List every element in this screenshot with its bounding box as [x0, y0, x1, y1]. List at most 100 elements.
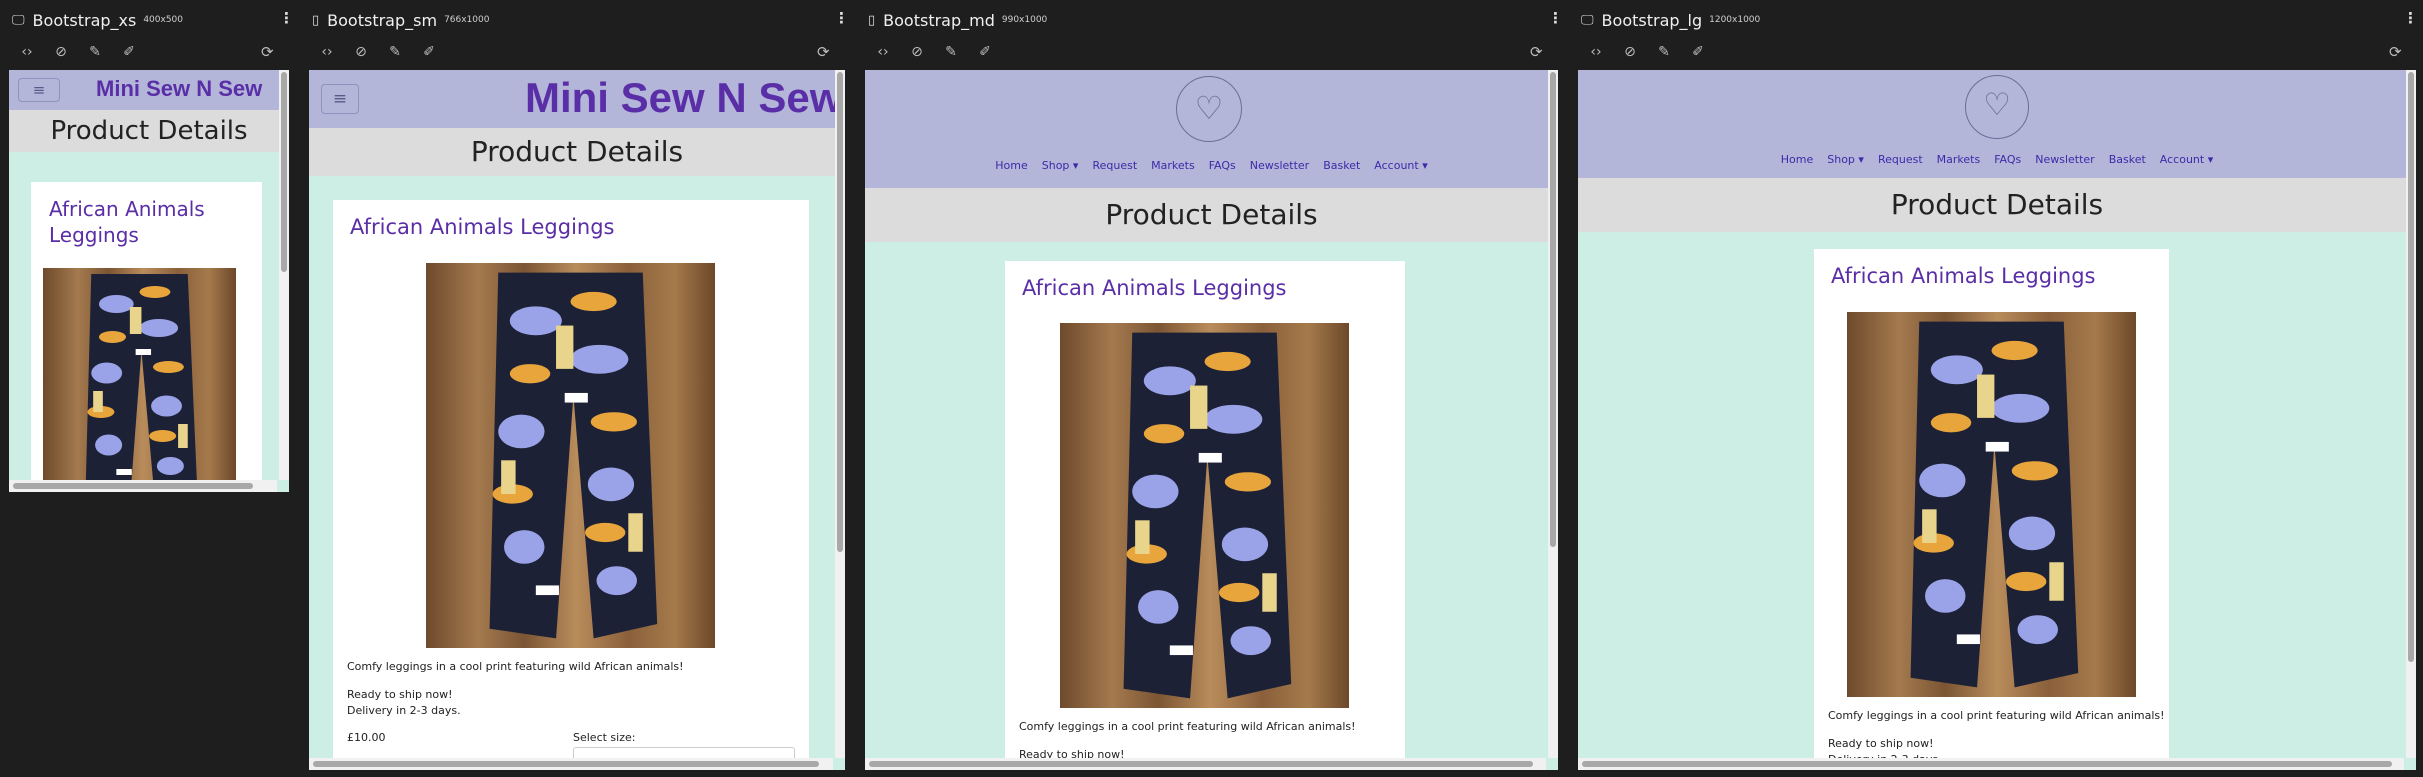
product-description: Comfy leggings in a cool print featuring…: [1019, 720, 1356, 733]
brand-logo[interactable]: ♡: [1176, 76, 1242, 142]
panel-name: Bootstrap_xs: [32, 10, 137, 30]
product-title: African Animals Leggings: [1831, 264, 2096, 288]
nav-basket[interactable]: Basket: [1323, 159, 1360, 172]
navbar: ≡ Mini Sew N Sew: [9, 70, 289, 110]
nav-home[interactable]: Home: [995, 159, 1027, 172]
reload-icon[interactable]: ⟳: [1530, 43, 1543, 61]
hamburger-button[interactable]: ≡: [18, 78, 60, 102]
nav-request[interactable]: Request: [1092, 159, 1137, 172]
kebab-menu-icon[interactable]: ⋮: [2403, 9, 2418, 27]
product-title: African Animals Leggings: [1022, 276, 1287, 300]
panel-bootstrap-xs: 🖵 Bootstrap_xs 400x500 ⋮ ‹› ⊘ ✎ ✐ ⟳ ≡ Mi…: [0, 0, 300, 777]
panel-size: 1200x1000: [1709, 15, 1761, 25]
product-card: African Animals Leggings Comfy leggings …: [1814, 249, 2169, 770]
color-picker-icon[interactable]: ⊘: [352, 44, 370, 60]
nav-newsletter[interactable]: Newsletter: [1250, 159, 1309, 172]
brand-link[interactable]: Mini Sew N Sew: [96, 76, 262, 102]
vertical-scrollbar[interactable]: [1548, 70, 1558, 758]
edit-icon[interactable]: ✐: [420, 44, 438, 60]
brand-link[interactable]: Mini Sew N Sew: [525, 74, 842, 122]
color-picker-icon[interactable]: ⊘: [1621, 44, 1639, 60]
horizontal-scrollbar[interactable]: [9, 480, 277, 492]
size-select-label: Select size:: [573, 731, 636, 744]
nav-account[interactable]: Account ▾: [2160, 153, 2213, 166]
navbar: ♡ Home Shop ▾ Request Markets FAQs Newsl…: [865, 70, 1558, 188]
viewport-xs: ≡ Mini Sew N Sew Product Details African…: [9, 70, 289, 492]
code-icon[interactable]: ‹›: [18, 44, 36, 60]
navbar: ≡ Mini Sew N Sew: [309, 70, 845, 128]
reload-icon[interactable]: ⟳: [2389, 43, 2402, 61]
horizontal-scrollbar[interactable]: [309, 758, 833, 770]
product-photo: [1060, 323, 1349, 708]
nav-markets[interactable]: Markets: [1151, 159, 1195, 172]
reload-icon[interactable]: ⟳: [817, 43, 830, 61]
nav-markets[interactable]: Markets: [1937, 153, 1981, 166]
product-card: African Animals Leggings Comfy leggings …: [1005, 261, 1405, 770]
nav-basket[interactable]: Basket: [2109, 153, 2146, 166]
nav-account[interactable]: Account ▾: [1374, 159, 1427, 172]
paint-icon[interactable]: ✎: [386, 44, 404, 60]
product-card: African Animals Leggings: [31, 182, 262, 492]
panel-size: 990x1000: [1001, 15, 1048, 25]
tablet-icon: ▯: [312, 12, 320, 28]
vertical-scrollbar[interactable]: [835, 70, 845, 758]
product-card: African Animals Leggings Comfy leggings …: [333, 200, 809, 770]
ready-to-ship: Ready to ship now!: [347, 688, 453, 701]
viewport-md: ♡ Home Shop ▾ Request Markets FAQs Newsl…: [865, 70, 1558, 770]
nav-shop[interactable]: Shop ▾: [1042, 159, 1079, 172]
panel-name: Bootstrap_md: [883, 10, 995, 30]
kebab-menu-icon[interactable]: ⋮: [279, 9, 294, 27]
nav-newsletter[interactable]: Newsletter: [2035, 153, 2094, 166]
horizontal-scrollbar[interactable]: [865, 758, 1546, 770]
panel-toolbar: ‹› ⊘ ✎ ✐: [18, 44, 138, 60]
panel-title: ▯ Bootstrap_sm 766x1000: [312, 10, 489, 30]
nav-home[interactable]: Home: [1781, 153, 1813, 166]
kebab-menu-icon[interactable]: ⋮: [834, 9, 849, 27]
nav-request[interactable]: Request: [1878, 153, 1923, 166]
color-picker-icon[interactable]: ⊘: [908, 44, 926, 60]
kebab-menu-icon[interactable]: ⋮: [1548, 9, 1563, 27]
monitor-icon: 🖵: [12, 12, 25, 28]
nav-faqs[interactable]: FAQs: [1994, 153, 2021, 166]
product-title: African Animals Leggings: [49, 197, 205, 247]
code-icon[interactable]: ‹›: [874, 44, 892, 60]
monitor-icon: 🖵: [1581, 12, 1594, 28]
page-heading: Product Details: [1578, 178, 2416, 232]
vertical-scrollbar[interactable]: [2406, 70, 2416, 758]
paint-icon[interactable]: ✎: [1655, 44, 1673, 60]
panel-name: Bootstrap_lg: [1601, 10, 1703, 30]
panel-bootstrap-md: ▯ Bootstrap_md 990x1000 ⋮ ‹› ⊘ ✎ ✐ ⟳ ♡ H…: [856, 0, 1569, 777]
product-price: £10.00: [347, 731, 386, 744]
reload-icon[interactable]: ⟳: [261, 43, 274, 61]
paint-icon[interactable]: ✎: [942, 44, 960, 60]
nav-shop[interactable]: Shop ▾: [1827, 153, 1864, 166]
edit-icon[interactable]: ✐: [976, 44, 994, 60]
nav-menu: Home Shop ▾ Request Markets FAQs Newslet…: [865, 159, 1558, 172]
hamburger-button[interactable]: ≡: [321, 84, 359, 114]
panel-title: 🖵 Bootstrap_xs 400x500: [12, 10, 183, 30]
horizontal-scrollbar[interactable]: [1578, 758, 2404, 770]
panel-title: ▯ Bootstrap_md 990x1000: [868, 10, 1047, 30]
panel-name: Bootstrap_sm: [327, 10, 438, 30]
product-photo: [43, 268, 236, 492]
panel-toolbar: ‹› ⊘ ✎ ✐: [874, 44, 994, 60]
product-photo: [426, 263, 715, 648]
panel-size: 766x1000: [444, 15, 490, 25]
navbar: ♡ Home Shop ▾ Request Markets FAQs Newsl…: [1578, 70, 2416, 178]
edit-icon[interactable]: ✐: [120, 44, 138, 60]
code-icon[interactable]: ‹›: [318, 44, 336, 60]
brand-logo[interactable]: ♡: [1965, 75, 2029, 139]
panel-title: 🖵 Bootstrap_lg 1200x1000: [1581, 10, 1760, 30]
nav-menu: Home Shop ▾ Request Markets FAQs Newslet…: [1578, 153, 2416, 166]
page-heading: Product Details: [865, 188, 1558, 242]
edit-icon[interactable]: ✐: [1689, 44, 1707, 60]
panel-bootstrap-lg: 🖵 Bootstrap_lg 1200x1000 ⋮ ‹› ⊘ ✎ ✐ ⟳ ♡ …: [1569, 0, 2423, 777]
vertical-scrollbar[interactable]: [279, 70, 289, 480]
nav-faqs[interactable]: FAQs: [1209, 159, 1236, 172]
code-icon[interactable]: ‹›: [1587, 44, 1605, 60]
panel-size: 400x500: [143, 15, 184, 25]
color-picker-icon[interactable]: ⊘: [52, 44, 70, 60]
delivery-info: Delivery in 2-3 days.: [347, 704, 461, 717]
paint-icon[interactable]: ✎: [86, 44, 104, 60]
page-heading: Product Details: [9, 110, 289, 152]
